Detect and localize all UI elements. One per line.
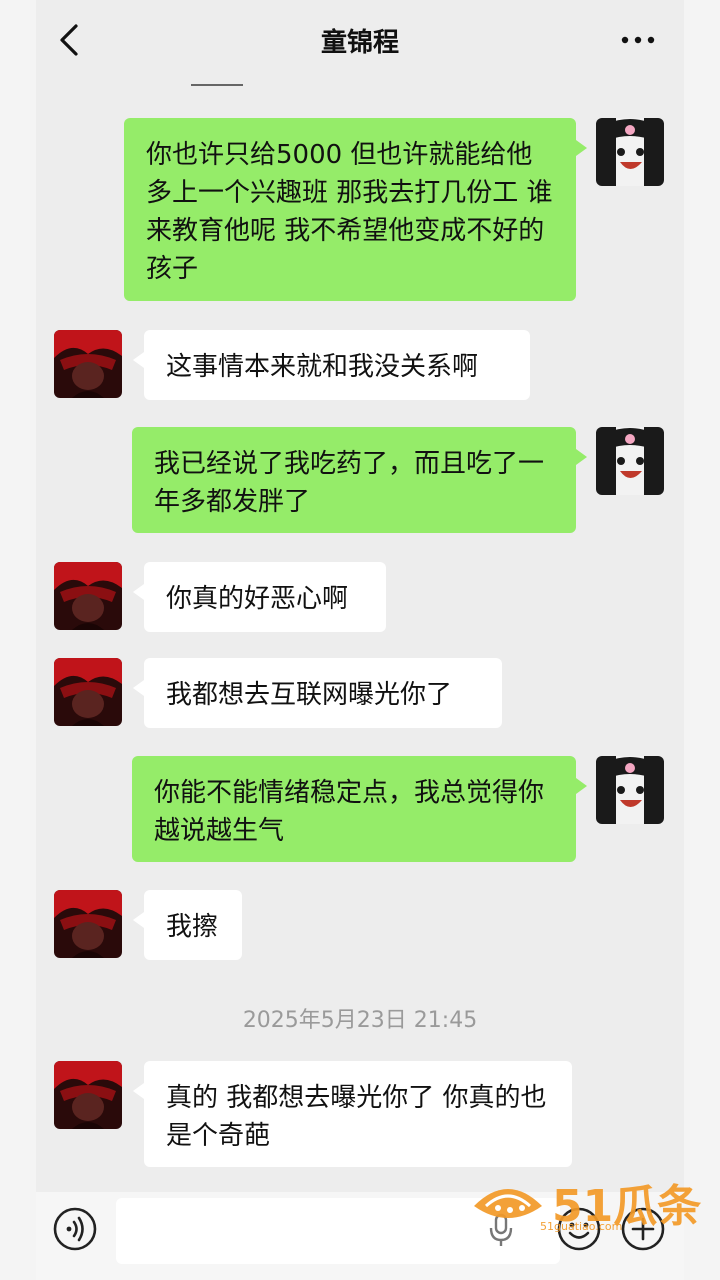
sent-message[interactable]: 我已经说了我吃药了，而且吃了一年多都发胖了 xyxy=(132,427,587,533)
sent-message[interactable]: 你能不能情绪稳定点，我总觉得你越说越生气 xyxy=(132,756,587,862)
my-avatar[interactable] xyxy=(596,756,664,824)
message-text: 你也许只给5000 但也许就能给他多上一个兴趣班 那我去打几份工 谁来教育他呢 … xyxy=(146,140,553,284)
contact-avatar[interactable] xyxy=(54,330,122,398)
chat-title: 童锦程 xyxy=(320,28,399,58)
received-message[interactable]: 我擦 xyxy=(133,890,242,960)
voice-icon[interactable] xyxy=(52,1206,98,1252)
chat-header: 童锦程 xyxy=(36,0,684,84)
watermark-icon xyxy=(474,1189,542,1218)
my-avatar[interactable] xyxy=(596,427,664,495)
contact-avatar[interactable] xyxy=(54,562,122,630)
message-text: 这事情本来就和我没关系啊 xyxy=(166,352,479,382)
left-margin xyxy=(0,0,36,1280)
received-message[interactable]: 我都想去互联网曝光你了 xyxy=(133,658,502,728)
my-avatar[interactable] xyxy=(596,118,664,186)
received-message[interactable]: 真的 我都想去曝光你了 你真的也是个奇葩 xyxy=(133,1061,572,1167)
watermark-url: 51guatiao.com xyxy=(540,1220,623,1233)
contact-avatar[interactable] xyxy=(54,658,122,726)
right-margin xyxy=(684,0,720,1280)
message-text: 我擦 xyxy=(166,912,219,942)
message-text: 你真的好恶心啊 xyxy=(166,584,349,614)
more-dots-icon[interactable] xyxy=(620,30,656,50)
received-message[interactable]: 这事情本来就和我没关系啊 xyxy=(133,330,530,400)
message-timestamp: 2025年5月23日 21:45 xyxy=(242,1008,478,1033)
contact-avatar[interactable] xyxy=(54,1061,122,1129)
sent-message[interactable]: 你也许只给5000 但也许就能给他多上一个兴趣班 那我去打几份工 谁来教育他呢 … xyxy=(124,118,587,301)
message-text: 我都想去互联网曝光你了 xyxy=(166,680,453,710)
received-message[interactable]: 你真的好恶心啊 xyxy=(133,562,386,632)
watermark-logo: 51瓜条 51guatiao.com xyxy=(468,1168,708,1240)
message-text: 真的 我都想去曝光你了 你真的也是个奇葩 xyxy=(166,1083,547,1151)
scroll-divider xyxy=(191,84,243,86)
message-text: 我已经说了我吃药了，而且吃了一年多都发胖了 xyxy=(154,449,545,517)
contact-avatar[interactable] xyxy=(54,890,122,958)
chat-screen: 童锦程 你也许只给5000 但也许就能给他多上一个兴趣班 那我去打几份工 谁来教… xyxy=(36,0,684,1280)
message-text: 你能不能情绪稳定点，我总觉得你越说越生气 xyxy=(154,778,545,846)
